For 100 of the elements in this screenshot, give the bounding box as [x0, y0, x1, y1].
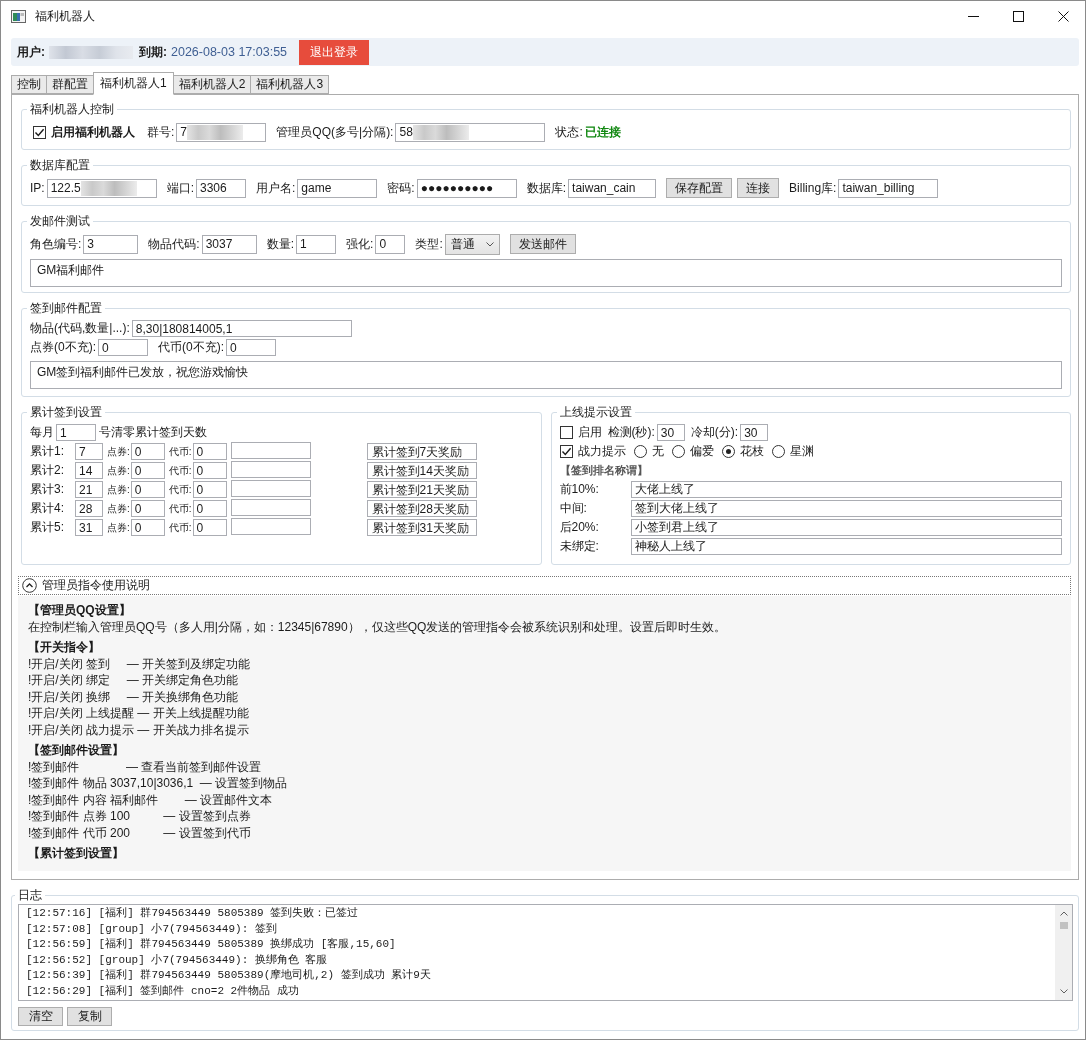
type-dropdown[interactable]: 普通 — [444, 233, 500, 255]
input-field[interactable]: 0 — [130, 462, 165, 479]
checkbox[interactable] — [559, 426, 573, 439]
checkbox[interactable] — [559, 445, 573, 458]
field-label: 累计4: — [30, 500, 65, 517]
chevron-down-icon — [485, 241, 494, 247]
close-icon[interactable] — [1058, 11, 1069, 22]
input-field[interactable]: 0 — [130, 443, 165, 460]
radio-button[interactable] — [633, 445, 647, 458]
radio-button[interactable] — [671, 445, 685, 458]
input-field[interactable]: 大佬上线了 — [630, 481, 1062, 498]
input-field[interactable]: 0 — [130, 481, 165, 498]
input-field[interactable] — [230, 460, 311, 478]
action-button[interactable]: 保存配置 — [666, 178, 733, 198]
input-field[interactable]: 7 — [176, 122, 267, 142]
input-field[interactable]: 小签到君上线了 — [630, 519, 1062, 536]
input-field[interactable]: 31 — [75, 519, 103, 536]
field-label: 物品(代码,数量|...): — [30, 320, 130, 337]
field-label: 代币: — [168, 482, 192, 497]
input-field[interactable]: 1 — [56, 424, 96, 441]
input-field[interactable]: 0 — [98, 339, 148, 356]
input-field[interactable]: 0 — [192, 481, 227, 498]
input-field[interactable]: 签到大佬上线了 — [630, 500, 1062, 517]
input-field[interactable]: 58 — [395, 122, 546, 142]
tab[interactable]: 群配置 — [46, 75, 94, 94]
radio-button[interactable] — [771, 445, 785, 458]
log-button[interactable]: 清空 — [18, 1007, 63, 1026]
input-field[interactable]: 8,30|180814005,1 — [131, 320, 352, 337]
input-field[interactable]: 0 — [192, 519, 227, 536]
field-label: 密码: — [387, 179, 415, 197]
field-label: 群号: — [147, 123, 175, 141]
action-button[interactable]: 连接 — [737, 178, 780, 198]
tab[interactable]: 控制 — [11, 75, 47, 94]
input-field[interactable]: taiwan_cain — [568, 178, 657, 198]
input-field[interactable]: 0 — [130, 519, 165, 536]
group-title: 日志 — [17, 888, 43, 903]
input-field[interactable]: 14 — [75, 462, 103, 479]
scrollbar-thumb[interactable] — [1059, 922, 1068, 929]
field-label: 累计2: — [30, 462, 65, 479]
input-field[interactable] — [230, 517, 311, 535]
input-field[interactable]: 1 — [296, 234, 337, 254]
input-field[interactable] — [230, 479, 311, 497]
help-text: !开启/关闭 上线提醒 — 开关上线提醒功能 — [28, 705, 250, 722]
input-field[interactable]: 0 — [226, 339, 276, 356]
reward-button[interactable]: 累计签到21天奖励 — [366, 481, 477, 498]
scroll-down-icon[interactable] — [1059, 989, 1068, 994]
field-label: 点券: — [107, 482, 130, 497]
input-field[interactable]: 3 — [83, 234, 139, 254]
reward-button[interactable]: 累计签到31天奖励 — [366, 519, 477, 536]
help-heading: 【累计签到设置】 — [28, 845, 125, 862]
log-button[interactable]: 复制 — [67, 1007, 112, 1026]
input-field[interactable]: game — [297, 178, 378, 198]
message-field[interactable]: GM签到福利邮件已发放，祝您游戏愉快 — [30, 361, 1062, 389]
input-field[interactable]: 3037 — [201, 234, 257, 254]
field-label: 点券: — [107, 463, 130, 478]
field-label: 前10%: — [559, 481, 600, 498]
input-field[interactable] — [230, 441, 311, 459]
tab[interactable]: 福利机器人2 — [172, 75, 252, 94]
status-text: 已连接 — [584, 123, 621, 141]
checkbox[interactable] — [33, 125, 46, 139]
help-heading: 【签到邮件设置】 — [28, 742, 125, 759]
blurred-text — [80, 180, 137, 196]
reward-button[interactable]: 累计签到7天奖励 — [366, 443, 477, 460]
input-field[interactable]: 21 — [75, 481, 103, 498]
input-field[interactable]: 0 — [375, 234, 406, 254]
field-label: 代币: — [168, 501, 192, 516]
log-line: [12:57:16] [福利] 群794563449 5805389 签到失败：已签过 — [26, 906, 360, 921]
field-label: 物品代码: — [148, 235, 200, 253]
radio-button[interactable] — [721, 445, 735, 458]
input-field[interactable]: 28 — [75, 500, 103, 517]
input-field[interactable]: 30 — [740, 424, 769, 441]
input-field[interactable]: 7 — [75, 443, 103, 460]
reward-button[interactable]: 累计签到28天奖励 — [366, 500, 477, 517]
message-field[interactable]: GM福利邮件 — [30, 259, 1062, 287]
radio-label: 花枝 — [739, 443, 764, 460]
expander-header[interactable]: 管理员指令使用说明 — [18, 576, 1071, 595]
scrollbar[interactable] — [1055, 905, 1072, 1000]
tab[interactable]: 福利机器人3 — [250, 75, 330, 94]
input-field[interactable] — [230, 498, 311, 516]
field-label: 累计3: — [30, 481, 65, 498]
help-text: !签到邮件 内容 福利邮件 — 设置邮件文本 — [28, 791, 273, 808]
input-field[interactable]: 3306 — [196, 178, 246, 198]
input-field[interactable]: 122.5 — [46, 178, 157, 198]
input-field[interactable]: 30 — [656, 424, 685, 441]
reward-button[interactable]: 累计签到14天奖励 — [366, 462, 477, 479]
checkbox-label: 启用 — [577, 424, 602, 441]
action-button[interactable]: 发送邮件 — [509, 234, 576, 254]
input-field[interactable]: 0 — [192, 443, 227, 460]
input-field[interactable]: taiwan_billing — [838, 178, 939, 198]
input-field[interactable]: 0 — [130, 500, 165, 517]
scroll-up-icon[interactable] — [1059, 911, 1068, 916]
input-field[interactable]: 0 — [192, 462, 227, 479]
logout-button[interactable]: 退出登录 — [299, 39, 370, 65]
tab[interactable]: 福利机器人1 — [93, 72, 174, 95]
maximize-icon[interactable] — [1013, 11, 1024, 22]
input-field[interactable]: ●●●●●●●●●● — [416, 178, 517, 198]
input-field[interactable]: 神秘人上线了 — [630, 538, 1062, 555]
input-field[interactable]: 0 — [192, 500, 227, 517]
section-heading: 【签到排名称谓】 — [559, 463, 649, 478]
user-label: 用户: — [17, 43, 45, 61]
